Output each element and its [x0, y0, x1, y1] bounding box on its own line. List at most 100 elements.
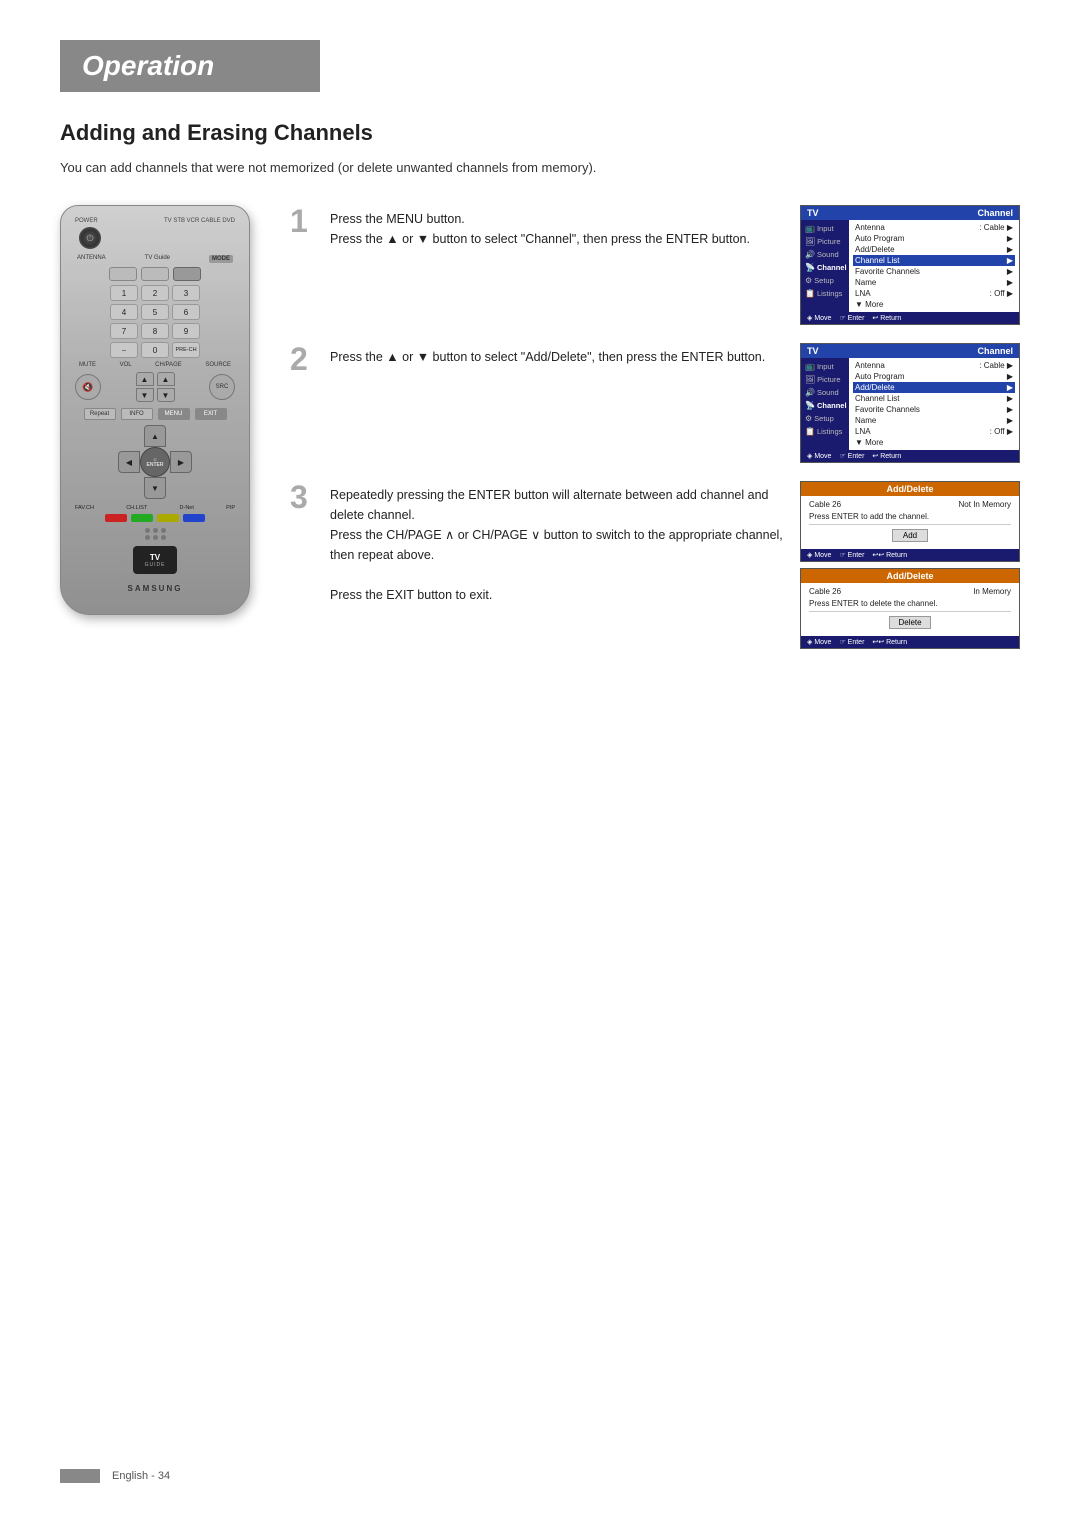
red-button[interactable]: [105, 514, 127, 522]
btn-7[interactable]: 7: [110, 323, 138, 339]
btn-2[interactable]: 2: [141, 285, 169, 301]
source-button[interactable]: SRC: [209, 374, 235, 400]
favch-label: FAV.CH: [75, 505, 94, 511]
step-2-content: Press the ▲ or ▼ button to select "Add/D…: [330, 343, 784, 367]
btn-3[interactable]: 3: [172, 285, 200, 301]
main-layout: POWER TV STB VCR CABLE DVD ANTENNA TV Gu…: [60, 205, 1020, 649]
dot-2: [153, 528, 158, 533]
screen-1-header: TV Channel: [801, 206, 1019, 220]
footer-bar: [60, 1469, 100, 1483]
setup-icon-2: ⚙: [805, 414, 812, 423]
chlist-label: CH.LIST: [126, 505, 147, 511]
add-screen-header: Add/Delete: [801, 482, 1019, 496]
delete-memory-status: In Memory: [973, 587, 1011, 596]
btn-5[interactable]: 5: [141, 304, 169, 320]
antenna-button[interactable]: [109, 267, 137, 281]
picture-icon-2: 🖼: [805, 375, 815, 384]
repeat-button[interactable]: Repeat: [84, 408, 116, 420]
vol-up-button[interactable]: ▲: [136, 372, 154, 386]
screen-2-header: TV Channel: [801, 344, 1019, 358]
tvguide-button[interactable]: [141, 267, 169, 281]
arrow-pad: ▲ ◀ G ENTER ▶ ▼: [71, 425, 239, 499]
delete-button-row: Delete: [809, 616, 1011, 629]
tv-stb-labels: TV STB VCR CABLE DVD: [164, 218, 235, 224]
blue-button[interactable]: [183, 514, 205, 522]
btn-4[interactable]: 4: [110, 304, 138, 320]
menu-setup-2: ⚙ Setup: [801, 412, 849, 425]
screen-1-channel-label: Channel: [977, 208, 1013, 218]
enter-button[interactable]: G ENTER: [140, 447, 170, 477]
power-label: POWER: [75, 218, 98, 224]
footer-text: English - 34: [112, 1470, 170, 1482]
input-icon-2: 📺: [805, 362, 815, 371]
delete-screen-body: Cable 26 In Memory Press ENTER to delete…: [801, 583, 1019, 636]
down-button[interactable]: ▼: [144, 477, 166, 499]
tv-guide-logo: TV GUIDE: [71, 546, 239, 574]
brand-name: SAMSUNG: [128, 584, 183, 593]
menu-listings-2: 📋 Listings: [801, 425, 849, 438]
dot-1: [145, 528, 150, 533]
ch-down-button[interactable]: ▼: [157, 388, 175, 402]
yellow-button[interactable]: [157, 514, 179, 522]
add-memory-status: Not In Memory: [959, 500, 1011, 509]
listings-icon-2: 📋: [805, 427, 815, 436]
favorite-channels-item-1: Favorite Channels ▶: [853, 266, 1015, 277]
step-3-number: 3: [290, 481, 314, 513]
name-item-1: Name ▶: [853, 277, 1015, 288]
btn-dash[interactable]: –: [110, 342, 138, 358]
footer-enter-1: ☞ Enter: [839, 314, 864, 322]
numpad: 1 2 3 4 5 6 7 8 9 – 0 PRE-CH: [71, 285, 239, 358]
screen-1-left-menu: 📺 Input 🖼 Picture 🔊 Sound: [801, 220, 849, 312]
arrow-down-row: ▼: [122, 477, 188, 499]
add-footer-return: ↩↩ Return: [872, 551, 907, 559]
up-button[interactable]: ▲: [144, 425, 166, 447]
add-button[interactable]: Add: [892, 529, 928, 542]
step-1-content: Press the MENU button.Press the ▲ or ▼ b…: [330, 205, 784, 249]
btn-9[interactable]: 9: [172, 323, 200, 339]
picture-icon: 🖼: [805, 237, 815, 246]
delete-button[interactable]: Delete: [889, 616, 930, 629]
step-3-text: Repeatedly pressing the ENTER button wil…: [330, 481, 784, 605]
green-button[interactable]: [131, 514, 153, 522]
add-screen-info: Cable 26 Not In Memory: [809, 500, 1011, 509]
btn-8[interactable]: 8: [141, 323, 169, 339]
menu-button[interactable]: MENU: [158, 408, 190, 420]
left-button[interactable]: ◀: [118, 451, 140, 473]
dots-row: [71, 528, 239, 540]
power-button[interactable]: [79, 227, 101, 249]
ch-up-button[interactable]: ▲: [157, 372, 175, 386]
menu-sound-1: 🔊 Sound: [801, 248, 849, 261]
remote-wrapper: POWER TV STB VCR CABLE DVD ANTENNA TV Gu…: [60, 205, 270, 615]
arrow-mid-row: ◀ G ENTER ▶: [118, 447, 192, 477]
remote-control: POWER TV STB VCR CABLE DVD ANTENNA TV Gu…: [60, 205, 250, 615]
exit-button[interactable]: EXIT: [195, 408, 227, 420]
antenna-item-2: Antenna : Cable ▶: [853, 360, 1015, 371]
add-footer-move: ◈ Move: [807, 551, 831, 559]
dot-4: [145, 535, 150, 540]
brand-area: SAMSUNG: [71, 578, 239, 596]
menu-listings-1: 📋 Listings: [801, 287, 849, 300]
add-screen-body: Cable 26 Not In Memory Press ENTER to ad…: [801, 496, 1019, 549]
step-3-row: 3 Repeatedly pressing the ENTER button w…: [290, 481, 1020, 649]
step-3-content: Repeatedly pressing the ENTER button wil…: [330, 481, 784, 605]
step-1-number: 1: [290, 205, 314, 237]
antenna-label: ANTENNA: [77, 255, 106, 263]
mode-button[interactable]: [173, 267, 201, 281]
info-button[interactable]: INFO: [121, 408, 153, 420]
btn-6[interactable]: 6: [172, 304, 200, 320]
screen-1-tv-label: TV: [807, 208, 819, 218]
menu-channel-2: 📡 Channel: [801, 399, 849, 412]
btn-prech[interactable]: PRE-CH: [172, 342, 200, 358]
btn-0[interactable]: 0: [141, 342, 169, 358]
right-button[interactable]: ▶: [170, 451, 192, 473]
screen-2-right-menu: Antenna : Cable ▶ Auto Program ▶ Add/Del…: [849, 358, 1019, 450]
vol-down-button[interactable]: ▼: [136, 388, 154, 402]
mute-button[interactable]: 🔇: [75, 374, 101, 400]
btn-1[interactable]: 1: [110, 285, 138, 301]
delete-cable-info: Cable 26: [809, 587, 841, 596]
footer-enter-2: ☞ Enter: [839, 452, 864, 460]
tv-guide-box: TV GUIDE: [133, 546, 177, 574]
add-screen-footer: ◈ Move ☞ Enter ↩↩ Return: [801, 549, 1019, 561]
intro-text: You can add channels that were not memor…: [60, 160, 1020, 175]
channel-screen-2: TV Channel 📺 Input 🖼 Picture: [800, 343, 1020, 463]
